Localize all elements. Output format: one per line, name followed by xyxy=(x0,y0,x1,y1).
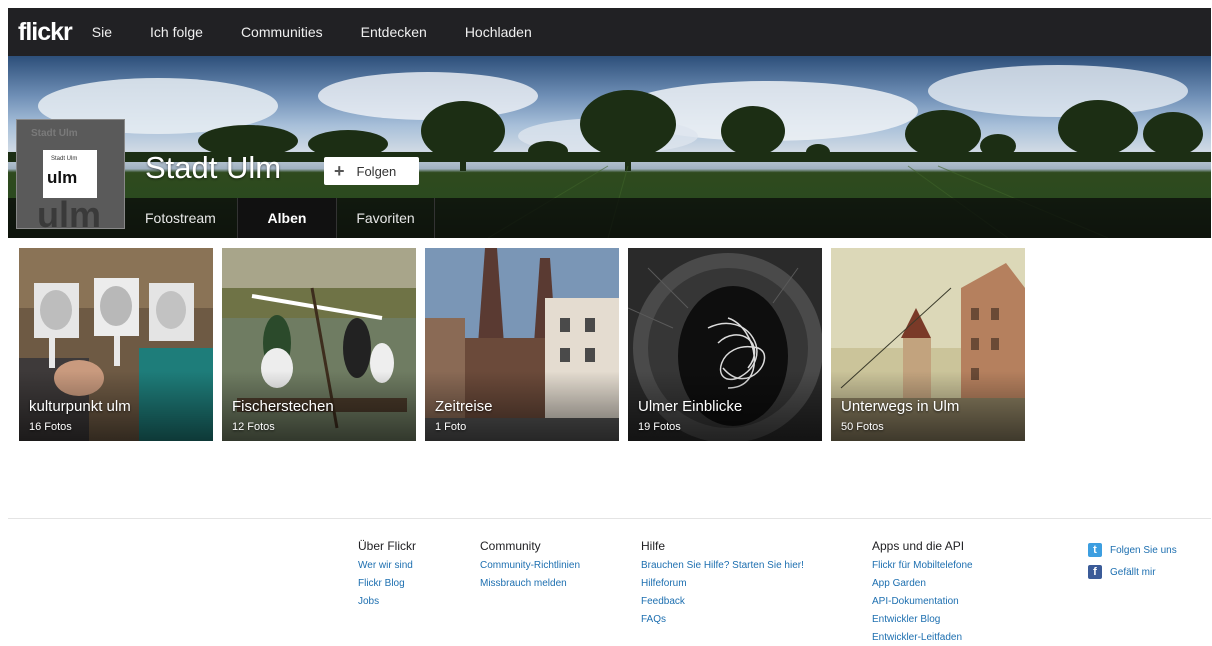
album-title: Unterwegs in Ulm xyxy=(841,398,960,415)
facebook-icon: f xyxy=(1088,565,1102,579)
footer-social: t Folgen Sie uns f Gefällt mir xyxy=(1088,543,1177,587)
footer-heading: Community xyxy=(480,539,541,553)
footer-link-jobs[interactable]: Jobs xyxy=(358,596,416,607)
follow-button[interactable]: + Folgen xyxy=(324,157,419,185)
album-title: Zeitreise xyxy=(435,398,493,415)
social-facebook-link[interactable]: f Gefällt mir xyxy=(1088,565,1177,579)
avatar-logo-box: Stadt Ulm ulm xyxy=(43,150,97,198)
footer-link-dev-blog[interactable]: Entwickler Blog xyxy=(872,614,973,625)
album-card[interactable]: Unterwegs in Ulm 50 Fotos xyxy=(831,248,1025,441)
social-twitter-link[interactable]: t Folgen Sie uns xyxy=(1088,543,1177,557)
album-card[interactable]: Fischerstechen 12 Fotos xyxy=(222,248,416,441)
footer-heading: Über Flickr xyxy=(358,539,417,553)
social-facebook-label: Gefällt mir xyxy=(1110,566,1156,578)
footer-link-dev-guide[interactable]: Entwickler-Leitfaden xyxy=(872,632,973,643)
footer: Über Flickr Wer wir sind Flickr Blog Job… xyxy=(8,518,1211,646)
footer-link-api-docs[interactable]: API-Dokumentation xyxy=(872,596,973,607)
album-photo-count: 1 Foto xyxy=(435,421,467,433)
nav-item-communities[interactable]: Communities xyxy=(241,24,323,40)
tab-photostream[interactable]: Fotostream xyxy=(145,198,237,238)
footer-link-app-garden[interactable]: App Garden xyxy=(872,578,973,589)
footer-link-faqs[interactable]: FAQs xyxy=(641,614,804,625)
flickr-logo[interactable]: flickr xyxy=(18,18,73,47)
page: flickr Sie Ich folge Communities Entdeck… xyxy=(0,0,1212,646)
footer-column-community: Community Community-Richtlinien Missbrau… xyxy=(480,539,580,596)
nav-item-following[interactable]: Ich folge xyxy=(150,24,203,40)
album-title: Fischerstechen xyxy=(232,398,334,415)
album-grid: kulturpunkt ulm 16 Fotos Fischerstechen … xyxy=(19,248,1034,441)
footer-link-about-us[interactable]: Wer wir sind xyxy=(358,560,416,571)
avatar-background-text: Stadt Ulm xyxy=(31,128,78,139)
avatar-logo-text: ulm xyxy=(47,168,78,187)
footer-link-help-start[interactable]: Brauchen Sie Hilfe? Starten Sie hier! xyxy=(641,560,804,571)
album-card[interactable]: Zeitreise 1 Foto xyxy=(425,248,619,441)
avatar-logo-small-text: Stadt Ulm xyxy=(51,156,78,162)
footer-link-feedback[interactable]: Feedback xyxy=(641,596,804,607)
album-photo-count: 16 Fotos xyxy=(29,421,72,433)
nav-item-explore[interactable]: Entdecken xyxy=(361,24,427,40)
nav-item-you[interactable]: Sie xyxy=(92,24,112,40)
footer-column-help: Hilfe Brauchen Sie Hilfe? Starten Sie hi… xyxy=(641,539,804,632)
album-photo-count: 12 Fotos xyxy=(232,421,275,433)
tab-favorites[interactable]: Favoriten xyxy=(337,198,435,238)
footer-heading: Hilfe xyxy=(641,539,666,553)
footer-link-mobile[interactable]: Flickr für Mobiltelefone xyxy=(872,560,973,571)
footer-column-apps: Apps und die API Flickr für Mobiltelefon… xyxy=(872,539,973,646)
nav-item-upload[interactable]: Hochladen xyxy=(465,24,532,40)
album-photo-count: 50 Fotos xyxy=(841,421,884,433)
footer-link-blog[interactable]: Flickr Blog xyxy=(358,578,416,589)
album-card[interactable]: kulturpunkt ulm 16 Fotos xyxy=(19,248,213,441)
album-photo-count: 19 Fotos xyxy=(638,421,681,433)
footer-link-report-abuse[interactable]: Missbrauch melden xyxy=(480,578,580,589)
follow-button-label: Folgen xyxy=(356,163,397,179)
footer-heading: Apps und die API xyxy=(872,539,965,553)
profile-name: Stadt Ulm xyxy=(145,150,282,185)
avatar[interactable]: Stadt Ulm Stadt Ulm ulm ulm xyxy=(16,119,125,229)
tab-albums[interactable]: Alben xyxy=(237,198,337,238)
footer-column-about: Über Flickr Wer wir sind Flickr Blog Job… xyxy=(358,539,416,614)
avatar-background-logo: ulm xyxy=(37,194,102,229)
social-twitter-label: Folgen Sie uns xyxy=(1110,544,1177,556)
twitter-icon: t xyxy=(1088,543,1102,557)
profile-tabs: Fotostream Alben Favoriten xyxy=(145,198,435,238)
footer-link-guidelines[interactable]: Community-Richtlinien xyxy=(480,560,580,571)
album-title: kulturpunkt ulm xyxy=(29,398,131,415)
album-card[interactable]: Ulmer Einblicke 19 Fotos xyxy=(628,248,822,441)
plus-icon: + xyxy=(334,161,345,181)
album-title: Ulmer Einblicke xyxy=(638,398,743,415)
footer-link-help-forum[interactable]: Hilfeforum xyxy=(641,578,804,589)
top-navigation: flickr Sie Ich folge Communities Entdeck… xyxy=(8,8,1211,56)
